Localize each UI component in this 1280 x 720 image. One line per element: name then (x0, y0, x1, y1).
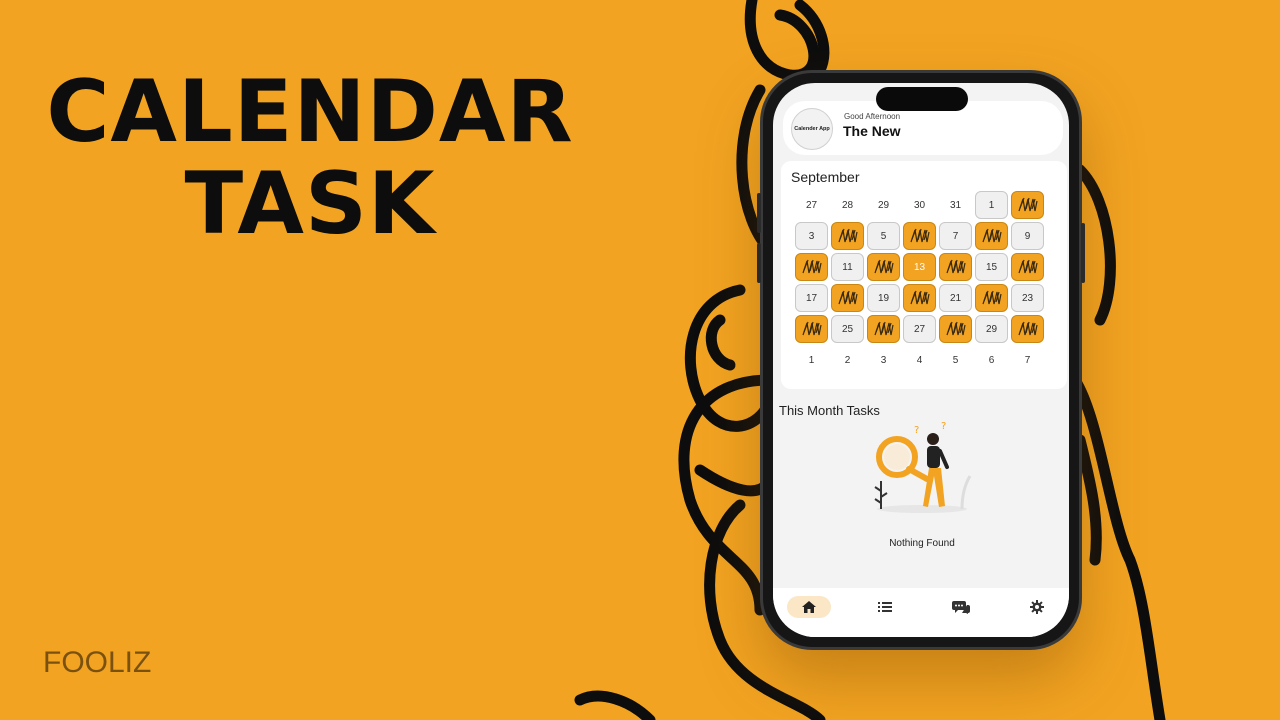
chat-icon (952, 601, 970, 614)
calendar-day[interactable]: 9 (1011, 222, 1044, 250)
calendar-day-with-task[interactable] (795, 315, 828, 343)
calendar-day[interactable]: 27 (795, 191, 828, 219)
calendar-day[interactable]: 30 (903, 191, 936, 219)
calendar-day[interactable]: 6 (975, 346, 1008, 374)
task-scribble-icon (1017, 197, 1038, 212)
task-scribble-icon (981, 228, 1002, 243)
calendar-day-with-task[interactable] (831, 222, 864, 250)
calendar-day-with-task[interactable] (1011, 253, 1044, 281)
calendar-day[interactable]: 5 (867, 222, 900, 250)
task-scribble-icon (837, 290, 858, 305)
app-screen: Calender App Good Afternoon The New Sept… (773, 83, 1069, 637)
greeting-text: Good Afternoon (844, 112, 901, 121)
task-scribble-icon (873, 321, 894, 336)
calendar-day[interactable]: 28 (831, 191, 864, 219)
headline-line-1: CALENDAR (46, 62, 574, 162)
calendar-day[interactable]: 17 (795, 284, 828, 312)
brand-name: FOOLIZ (43, 646, 152, 679)
calendar-day-with-task[interactable] (939, 253, 972, 281)
task-scribble-icon (1017, 321, 1038, 336)
calendar-day-today[interactable]: 13 (903, 253, 936, 281)
empty-state-text: Nothing Found (889, 538, 955, 549)
headline-line-2: TASK (184, 154, 436, 254)
calendar-day[interactable]: 5 (939, 346, 972, 374)
svg-text:?: ? (914, 425, 919, 436)
user-name: The New (843, 123, 901, 139)
phone-side-button (757, 193, 761, 233)
tab-list[interactable] (863, 596, 907, 618)
calendar-day[interactable]: 27 (903, 315, 936, 343)
home-icon (802, 601, 816, 613)
calendar-day[interactable]: 7 (1011, 346, 1044, 374)
calendar-day-with-task[interactable] (975, 284, 1008, 312)
calendar-day-with-task[interactable] (975, 222, 1008, 250)
calendar-day-with-task[interactable] (867, 253, 900, 281)
calendar-day[interactable]: 1 (795, 346, 828, 374)
task-scribble-icon (945, 321, 966, 336)
tab-chat[interactable] (939, 596, 983, 618)
calendar-day-with-task[interactable] (903, 222, 936, 250)
task-scribble-icon (1017, 259, 1038, 274)
task-scribble-icon (945, 259, 966, 274)
calendar-day[interactable]: 3 (795, 222, 828, 250)
calendar-day[interactable]: 31 (939, 191, 972, 219)
calendar-day[interactable]: 3 (867, 346, 900, 374)
calendar-day[interactable]: 25 (831, 315, 864, 343)
task-scribble-icon (801, 321, 822, 336)
calendar-day[interactable]: 15 (975, 253, 1008, 281)
empty-state-illustration: ? ? (874, 421, 972, 513)
phone-power-button (1081, 223, 1085, 283)
calendar-day[interactable]: 7 (939, 222, 972, 250)
calendar-day[interactable]: 23 (1011, 284, 1044, 312)
calendar-day-with-task[interactable] (1011, 191, 1044, 219)
task-scribble-icon (837, 228, 858, 243)
phone-side-button (757, 243, 761, 283)
month-title: September (791, 169, 860, 185)
svg-text:?: ? (941, 421, 946, 432)
calendar-day[interactable]: 19 (867, 284, 900, 312)
bottom-tab-bar (773, 588, 1069, 637)
calendar-day[interactable]: 1 (975, 191, 1008, 219)
tab-settings[interactable] (1015, 596, 1059, 618)
task-scribble-icon (873, 259, 894, 274)
calendar-day[interactable]: 29 (867, 191, 900, 219)
calendar-day-with-task[interactable] (903, 284, 936, 312)
gear-icon (1030, 600, 1044, 614)
task-scribble-icon (909, 228, 930, 243)
calendar-day[interactable]: 11 (831, 253, 864, 281)
calendar-card: September 27 28 29 30 31 1 3 5 7 9 11 13 15 17 19 21 23 2… (781, 161, 1067, 389)
calendar-day-with-task[interactable] (795, 253, 828, 281)
calendar-day[interactable]: 2 (831, 346, 864, 374)
task-scribble-icon (909, 290, 930, 305)
calendar-day[interactable]: 29 (975, 315, 1008, 343)
dynamic-island (876, 87, 968, 111)
calendar-grid: 27 28 29 30 31 1 3 5 7 9 11 13 15 17 19 21 23 25 27 29 1 2 3 4 5… (795, 191, 1047, 377)
list-icon (878, 602, 892, 612)
headline: CALENDAR TASK (0, 66, 620, 250)
avatar[interactable]: Calender App (791, 108, 833, 150)
section-title: This Month Tasks (779, 403, 880, 418)
task-scribble-icon (981, 290, 1002, 305)
calendar-day-with-task[interactable] (1011, 315, 1044, 343)
calendar-day-with-task[interactable] (831, 284, 864, 312)
calendar-day-with-task[interactable] (867, 315, 900, 343)
calendar-day[interactable]: 21 (939, 284, 972, 312)
phone-mockup: Calender App Good Afternoon The New Sept… (757, 70, 1085, 650)
tab-home[interactable] (787, 596, 831, 618)
task-scribble-icon (801, 259, 822, 274)
calendar-day-with-task[interactable] (939, 315, 972, 343)
calendar-day[interactable]: 4 (903, 346, 936, 374)
